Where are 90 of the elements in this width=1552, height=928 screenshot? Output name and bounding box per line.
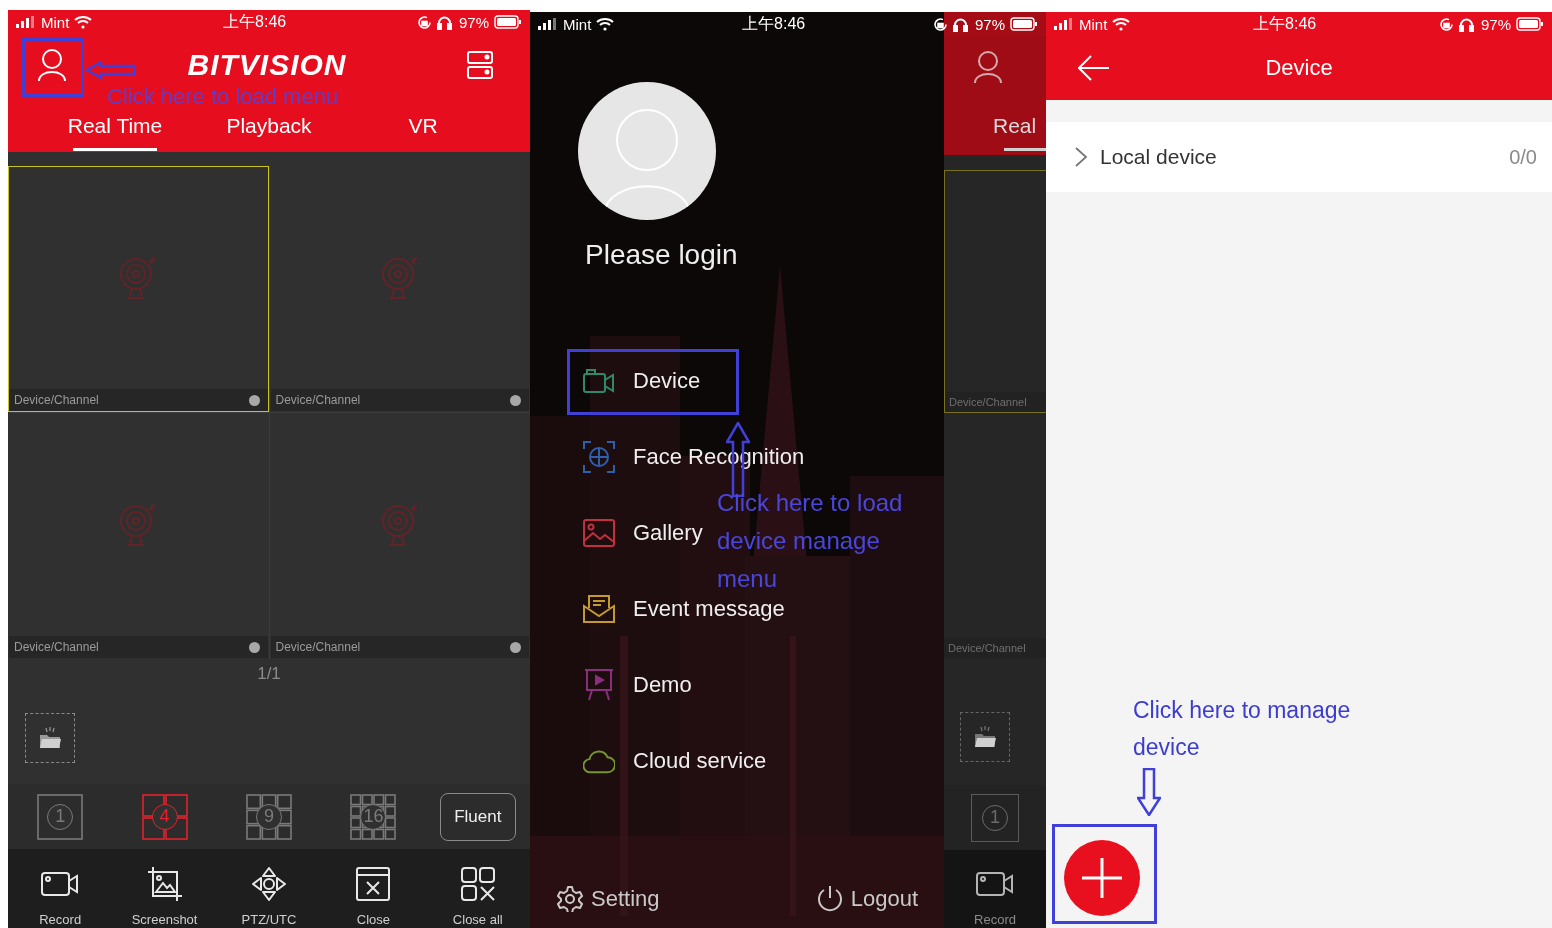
carrier-name: Mint	[563, 15, 592, 33]
menu-item[interactable]: Cloud service	[530, 746, 767, 776]
device-group-row[interactable]: Local device 0/0	[1046, 122, 1552, 192]
person-icon[interactable]	[972, 50, 1004, 84]
video-camera-icon	[976, 870, 1014, 898]
toolbar-button[interactable]: Close all	[425, 849, 530, 928]
status-dot	[510, 394, 521, 406]
toolbar-button[interactable]: Close	[321, 849, 426, 928]
folder-icon	[973, 725, 997, 749]
windows-close-icon	[460, 867, 495, 901]
menu-item[interactable]: Gallery	[530, 518, 703, 548]
settings-icon[interactable]	[557, 886, 583, 912]
screen-title: Device	[1265, 55, 1333, 81]
device-count: 0/0	[1509, 145, 1537, 169]
callout-arrow	[1137, 768, 1161, 816]
battery-icon	[494, 15, 522, 29]
face-scan-icon	[583, 441, 615, 473]
video-tile[interactable]: Device/Channel	[269, 166, 530, 412]
highlight-frame	[22, 38, 84, 97]
wifi-icon	[74, 15, 93, 29]
camera-icon	[379, 503, 420, 547]
channel-label: Device/Channel	[944, 638, 1046, 658]
video-camera-icon	[41, 870, 80, 898]
battery-icon	[1516, 17, 1544, 31]
signal-icon	[1054, 18, 1074, 30]
carrier-name: Mint	[1079, 15, 1108, 33]
plus-icon	[1080, 856, 1124, 900]
easel-play-icon	[584, 669, 614, 701]
login-prompt[interactable]: Please login	[585, 237, 738, 273]
channel-label: Device/Channel	[275, 640, 361, 654]
power-icon[interactable]	[816, 885, 843, 913]
battery-percent: 97%	[458, 13, 489, 31]
toolbar-button[interactable]: PTZ/UTC	[216, 849, 322, 928]
headphones-icon	[952, 16, 968, 32]
page-indicator: 1/1	[256, 663, 282, 685]
headphones-icon	[436, 14, 452, 30]
folder-button[interactable]	[25, 713, 75, 763]
wifi-icon	[596, 17, 615, 31]
annotation-text: Click here to manage device	[1133, 696, 1351, 762]
menu-item[interactable]: Device	[530, 366, 701, 396]
signal-icon	[16, 16, 36, 28]
toolbar-button[interactable]: Record	[8, 849, 113, 928]
status-time: 上午8:46	[222, 11, 288, 32]
server-icon[interactable]	[466, 50, 494, 80]
camera-icon	[379, 256, 420, 300]
toolbar-button[interactable]: Record	[944, 850, 1046, 928]
annotation-text: Click here to load menu	[107, 85, 339, 109]
annotation-text: Click here to load device manage menu	[717, 489, 903, 593]
picture-icon	[583, 519, 615, 547]
callout-arrow	[86, 61, 136, 79]
battery-percent: 97%	[1480, 15, 1511, 33]
status-time: 上午8:46	[741, 13, 807, 34]
window-close-icon	[356, 867, 391, 901]
video-tile[interactable]: Device/Channel	[8, 413, 269, 659]
direction-pad-icon	[251, 866, 287, 902]
status-dot	[248, 394, 260, 406]
video-camera-icon	[583, 368, 615, 394]
folder-button[interactable]	[960, 712, 1010, 762]
video-tile[interactable]: Device/Channel	[8, 166, 269, 412]
video-tile[interactable]: Device/Channel	[269, 413, 530, 659]
rotation-lock-icon	[932, 16, 948, 32]
channel-label: Device/Channel	[945, 392, 1046, 412]
menu-link[interactable]: Logout	[816, 885, 918, 913]
folder-icon	[38, 726, 62, 750]
status-dot	[248, 641, 260, 653]
person-icon[interactable]	[36, 48, 68, 82]
status-dot	[510, 641, 521, 653]
back-arrow-icon[interactable]	[1078, 55, 1112, 81]
channel-label: Device/Channel	[14, 640, 99, 654]
crop-picture-icon	[146, 866, 183, 902]
quality-button[interactable]: Fluent	[439, 792, 516, 841]
rotation-lock-icon	[1438, 16, 1454, 32]
menu-link[interactable]: Setting	[557, 886, 660, 912]
tab[interactable]: VR	[346, 96, 500, 152]
channel-label: Device/Channel	[14, 393, 99, 407]
toolbar-button[interactable]: Screenshot	[112, 849, 217, 928]
rotation-lock-icon	[416, 14, 432, 30]
battery-icon	[1010, 17, 1038, 31]
envelope-icon	[583, 594, 615, 624]
menu-item[interactable]: Demo	[530, 670, 692, 700]
status-time: 上午8:46	[1252, 13, 1318, 34]
app-title: BITVISION	[187, 48, 347, 82]
menu-item[interactable]: Event message	[530, 594, 785, 624]
battery-percent: 97%	[974, 15, 1005, 33]
wifi-icon	[1112, 17, 1131, 31]
signal-icon	[538, 18, 558, 30]
channel-label: Device/Channel	[275, 393, 361, 407]
group-label: Local device	[1100, 145, 1217, 169]
headphones-icon	[1458, 16, 1474, 32]
carrier-name: Mint	[41, 13, 70, 31]
